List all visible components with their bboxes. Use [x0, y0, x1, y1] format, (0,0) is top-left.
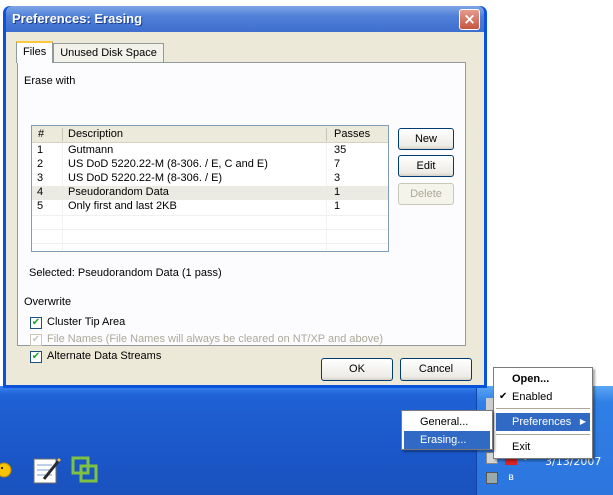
row-passes: 35 [334, 144, 347, 156]
check-icon: ✔ [499, 391, 508, 402]
tab-strip: Files Unused Disk Space [16, 41, 164, 63]
preferences-submenu: General... Erasing... [401, 410, 493, 450]
list-header: # Description Passes [32, 126, 388, 143]
overwrite-label: Overwrite [24, 296, 72, 308]
row-description: US DoD 5220.22-M (8-306. / E) [68, 172, 223, 184]
header-divider [62, 128, 63, 141]
tab-files[interactable]: Files [16, 41, 54, 63]
menu-item-preferences[interactable]: Preferences ▶ [496, 413, 590, 431]
row-number: 3 [37, 172, 44, 184]
menu-item-enabled-label: Enabled [512, 391, 553, 403]
file-names-label[interactable]: File Names (File Names will always be cl… [47, 333, 383, 345]
erase-with-label: Erase with [24, 75, 76, 87]
vmware-icon[interactable] [70, 455, 100, 485]
menu-item-open-label: Open... [512, 373, 550, 385]
window-title: Preferences: Erasing [12, 11, 143, 26]
grid-line [32, 215, 388, 216]
erase-method-list[interactable]: # Description Passes 1 Gutmann 35 2 US D… [31, 125, 389, 252]
menu-separator [496, 408, 590, 409]
notepad-icon[interactable] [32, 455, 62, 485]
menu-item-preferences-label: Preferences [512, 416, 572, 428]
close-button[interactable]: × [459, 9, 480, 30]
menu-item-enabled[interactable]: ✔ Enabled [496, 388, 590, 406]
table-row[interactable]: 2 US DoD 5220.22-M (8-306. / E, C and E)… [32, 158, 388, 172]
submenu-item-general-label: General... [420, 416, 469, 428]
row-passes: 7 [334, 158, 341, 170]
dialog-client: Files Unused Disk Space Erase with # Des… [6, 32, 484, 385]
edit-method-button[interactable]: Edit [398, 155, 454, 177]
table-row[interactable]: 1 Gutmann 35 [32, 144, 388, 158]
row-description: US DoD 5220.22-M (8-306. / E, C and E) [68, 158, 268, 170]
alternate-data-streams-label[interactable]: Alternate Data Streams [47, 350, 161, 362]
ok-button[interactable]: OK [321, 358, 393, 381]
menu-separator [496, 434, 590, 435]
row-number: 1 [37, 144, 44, 156]
alternate-data-streams-checkbox[interactable]: ✔ [30, 351, 42, 363]
submenu-item-erasing[interactable]: Erasing... [404, 431, 490, 449]
row-description: Gutmann [68, 144, 114, 156]
column-header-description[interactable]: Description [68, 128, 123, 140]
files-tab-panel: Erase with # Description Passes 1 Gutman… [17, 62, 466, 363]
row-passes: 1 [334, 186, 341, 198]
row-number: 5 [37, 200, 44, 212]
grid-line [32, 229, 388, 230]
grid-line [32, 243, 388, 244]
title-bar[interactable]: Preferences: Erasing × [6, 6, 484, 32]
table-row-selected[interactable]: 4 Pseudorandom Data 1 [32, 186, 388, 200]
submenu-arrow-icon: ▶ [579, 417, 586, 426]
cancel-button[interactable]: Cancel [400, 358, 472, 381]
table-row[interactable]: 5 Only first and last 2KB 1 [32, 200, 388, 214]
delete-method-button[interactable]: Delete [398, 183, 454, 205]
messenger-icon[interactable] [0, 456, 30, 486]
row-passes: 3 [334, 172, 341, 184]
cluster-tip-label[interactable]: Cluster Tip Area [47, 316, 125, 328]
submenu-item-general[interactable]: General... [404, 413, 490, 431]
tray-bluetooth-icon[interactable]: ʙ [505, 472, 517, 484]
row-passes: 1 [334, 200, 341, 212]
tray-context-menu: Open... ✔ Enabled Preferences ▶ Exit [493, 367, 593, 459]
header-divider [326, 128, 327, 141]
selected-method-text: Selected: Pseudorandom Data (1 pass) [29, 267, 222, 279]
cluster-tip-checkbox[interactable]: ✔ [30, 317, 42, 329]
column-header-number[interactable]: # [38, 128, 44, 140]
menu-item-exit[interactable]: Exit [496, 438, 590, 456]
menu-item-exit-label: Exit [512, 441, 531, 453]
row-number: 4 [37, 186, 44, 198]
row-description: Pseudorandom Data [68, 186, 169, 198]
submenu-item-erasing-label: Erasing... [420, 434, 467, 446]
tab-unused-disk-space[interactable]: Unused Disk Space [53, 43, 164, 63]
menu-item-open[interactable]: Open... [496, 370, 590, 388]
table-row[interactable]: 3 US DoD 5220.22-M (8-306. / E) 3 [32, 172, 388, 186]
preferences-window: Preferences: Erasing × Files Unused Disk… [3, 6, 487, 388]
file-names-checkbox[interactable]: ✔ [30, 334, 42, 346]
close-icon: × [463, 10, 476, 28]
column-header-passes[interactable]: Passes [334, 128, 370, 140]
row-description: Only first and last 2KB [68, 200, 177, 212]
row-number: 2 [37, 158, 44, 170]
tray-network-icon[interactable] [486, 472, 498, 484]
new-method-button[interactable]: New [398, 128, 454, 150]
